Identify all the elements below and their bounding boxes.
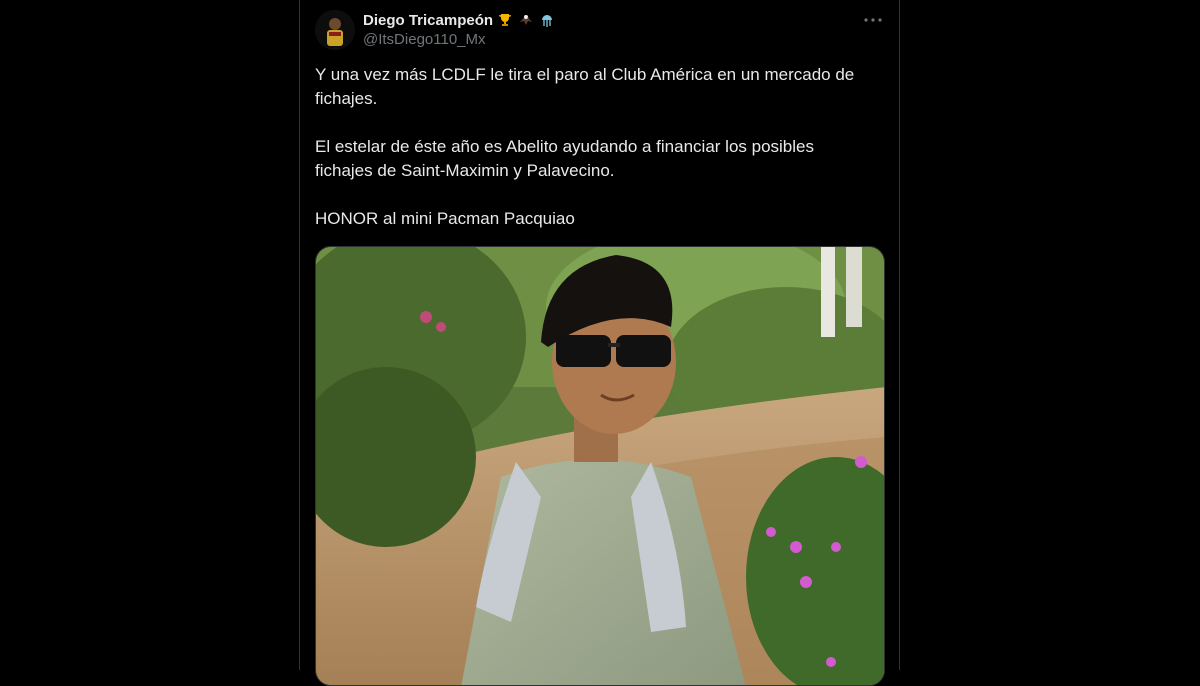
tweet-paragraph: El estelar de éste año es Abelito ayudan…	[315, 137, 814, 180]
trophy-icon	[496, 11, 514, 29]
tweet-body: Y una vez más LCDLF le tira el paro al C…	[315, 63, 875, 231]
author-display-name[interactable]: Diego Tricampeón	[363, 12, 493, 29]
eagle-icon	[517, 11, 535, 29]
avatar-image	[315, 10, 355, 50]
photo-image	[316, 247, 884, 685]
tweet-paragraph: Y una vez más LCDLF le tira el paro al C…	[315, 65, 855, 108]
tweet-column: Diego Tricampeón @ItsDiego110_Mx Y una v…	[299, 0, 900, 686]
tweet-paragraph: HONOR al mini Pacman Pacquiao	[315, 209, 575, 228]
jellyfish-icon	[538, 11, 556, 29]
more-options-icon[interactable]	[863, 10, 883, 30]
tweet-header: Diego Tricampeón @ItsDiego110_Mx	[363, 10, 556, 48]
tweet-photo[interactable]	[315, 246, 885, 686]
avatar[interactable]	[315, 10, 355, 50]
author-handle[interactable]: @ItsDiego110_Mx	[363, 31, 556, 48]
